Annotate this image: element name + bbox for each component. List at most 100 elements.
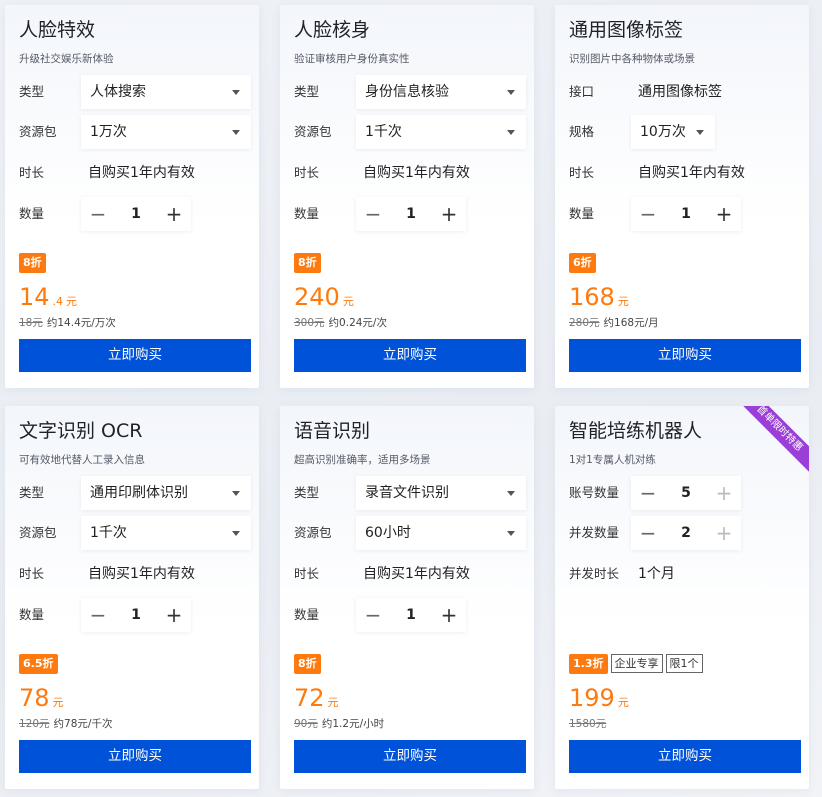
tag-row: 6折 [569,253,596,273]
card-subtitle: 验证审核用户身份真实性 [294,53,410,65]
promo-ribbon: 首单限时特惠 [730,406,809,478]
price-detail: 1580元 [569,716,610,731]
original-price: 300元 [294,317,325,329]
price-decimal: .4 [52,295,64,308]
quantity-value[interactable]: 1 [390,598,432,632]
price-detail: 90元 约1.2元/小时 [294,716,384,731]
minus-icon[interactable]: − [356,197,390,231]
price: 168 元 [569,282,629,317]
product-card-speech-recognition: 语音识别 超高识别准确率，适用多场景 类型 录音文件识别 资源包 60小时 时长… [280,406,534,789]
select-value: 1千次 [365,124,402,140]
package-select[interactable]: 60小时 [356,516,526,550]
option-row-quantity: 数量 − 1 + [19,598,245,632]
option-row-concurrency: 并发数量 − 2 + [569,516,795,550]
package-select[interactable]: 1千次 [356,115,526,149]
card-header: 文字识别 OCR 可有效地代替人工录入信息 [19,420,145,467]
type-select[interactable]: 通用印刷体识别 [81,476,251,510]
option-row-quantity: 数量 − 1 + [569,197,795,231]
type-select[interactable]: 身份信息核验 [356,75,526,109]
option-row-duration: 时长 自购买1年内有效 [294,557,520,591]
type-select[interactable]: 录音文件识别 [356,476,526,510]
price-integer: 199 [569,684,615,712]
plus-icon[interactable]: + [432,197,466,231]
option-label: 数量 [294,607,320,622]
option-row-api: 接口 通用图像标签 [569,75,795,109]
option-label: 类型 [294,485,320,500]
minus-icon[interactable]: − [631,516,665,550]
buy-now-button[interactable]: 立即购买 [569,740,801,773]
option-label: 时长 [19,566,45,581]
buy-now-button[interactable]: 立即购买 [294,339,526,372]
minus-icon[interactable]: − [356,598,390,632]
original-price: 1580元 [569,718,607,730]
price-detail: 120元 约78元/千次 [19,716,112,731]
buy-now-button[interactable]: 立即购买 [19,740,251,773]
buy-now-button[interactable]: 立即购买 [19,339,251,372]
price-integer: 168 [569,283,615,311]
tag-row: 6.5折 [19,654,58,674]
price: 78 元 [19,683,64,718]
quantity-value[interactable]: 1 [665,197,707,231]
option-label: 类型 [19,84,45,99]
quantity-stepper: − 1 + [356,598,466,632]
card-header: 智能培练机器人 1对1专属人机对练 [569,420,702,467]
option-row-duration: 时长 自购买1年内有效 [294,156,520,190]
quantity-value[interactable]: 1 [115,598,157,632]
buy-now-button[interactable]: 立即购买 [294,740,526,773]
minus-icon[interactable]: − [81,197,115,231]
package-select[interactable]: 1千次 [81,516,251,550]
option-label: 时长 [19,165,45,180]
price: 72 元 [294,683,339,718]
card-title: 智能培练机器人 [569,420,703,442]
duration-value: 自购买1年内有效 [363,165,470,181]
discount-badge: 1.3折 [569,654,608,674]
plus-icon[interactable]: + [432,598,466,632]
select-value: 录音文件识别 [365,485,449,501]
select-value: 1千次 [90,525,127,541]
caret-down-icon [232,130,240,135]
plus-icon[interactable]: + [707,197,741,231]
card-title: 文字识别 OCR [19,420,143,442]
option-label: 数量 [294,206,320,221]
option-row-duration: 时长 自购买1年内有效 [19,156,245,190]
quantity-stepper: − 1 + [81,197,191,231]
duration-value: 自购买1年内有效 [88,566,195,582]
option-row-package: 资源包 60小时 [294,516,526,550]
quantity-value[interactable]: 1 [390,197,432,231]
option-row-type: 类型 身份信息核验 [294,75,526,109]
minus-icon[interactable]: − [81,598,115,632]
price-unit: 元 [342,295,354,308]
option-label: 数量 [19,607,45,622]
option-row-accounts: 账号数量 − 5 + [569,476,795,510]
option-row-quantity: 数量 − 1 + [294,197,520,231]
buy-now-button[interactable]: 立即购买 [569,339,801,372]
option-row-type: 类型 人体搜索 [19,75,251,109]
tag-row: 1.3折 企业专享 限1个 [569,654,703,674]
quantity-value[interactable]: 5 [665,476,707,510]
option-row-quantity: 数量 − 1 + [19,197,245,231]
type-select[interactable]: 人体搜索 [81,75,251,109]
select-value: 1万次 [90,124,127,140]
plus-icon[interactable]: + [157,197,191,231]
duration-value: 自购买1年内有效 [363,566,470,582]
quantity-stepper: − 1 + [81,598,191,632]
select-value: 身份信息核验 [365,84,449,100]
quantity-value[interactable]: 2 [665,516,707,550]
price: 14.4 元 [19,282,77,317]
option-label: 数量 [569,206,595,221]
option-label: 资源包 [19,525,57,540]
plus-icon[interactable]: + [707,476,741,510]
price: 240 元 [294,282,354,317]
spec-select[interactable]: 10万次 [631,115,715,149]
price-detail: 300元 约0.24元/次 [294,315,387,330]
plus-icon[interactable]: + [707,516,741,550]
package-select[interactable]: 1万次 [81,115,251,149]
option-label: 类型 [294,84,320,99]
minus-icon[interactable]: − [631,197,665,231]
quantity-value[interactable]: 1 [115,197,157,231]
price-unit: 元 [617,696,629,709]
minus-icon[interactable]: − [631,476,665,510]
plus-icon[interactable]: + [157,598,191,632]
duration-value: 1个月 [638,566,675,582]
discount-badge: 8折 [294,654,321,674]
